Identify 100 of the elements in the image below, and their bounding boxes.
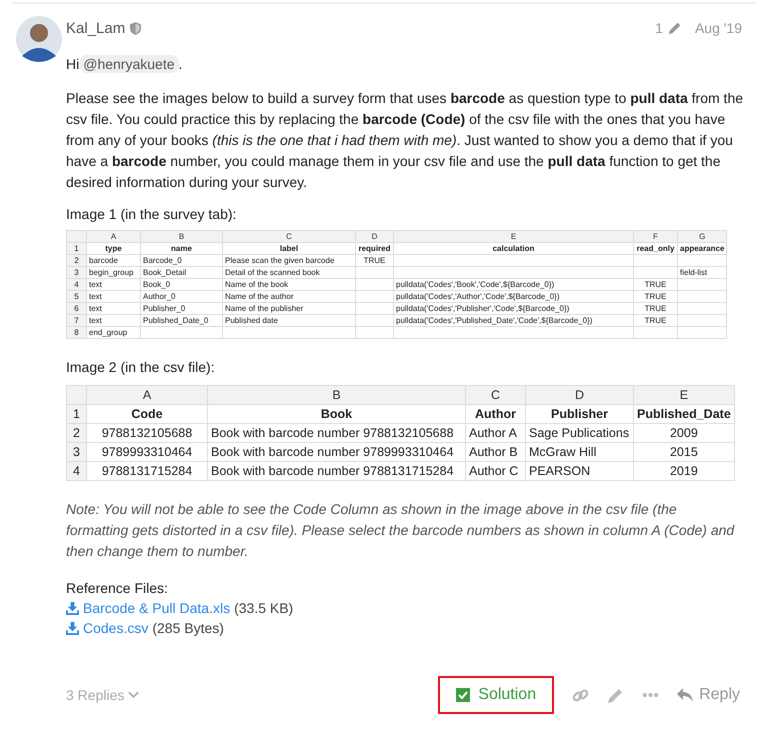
row-number: 2 bbox=[66, 424, 86, 442]
row-number: 7 bbox=[66, 314, 86, 326]
row-number: 1 bbox=[66, 242, 86, 254]
sheet-cell: read_only bbox=[636, 244, 674, 252]
note-text: Note: You will not be able to see the Code Column as shown in the image above in the csv file (the formatting gets distorted in a csv file). Please select the barcode numbers as shown in column A (Code) and then change them to number. bbox=[66, 500, 736, 561]
row-number: 8 bbox=[66, 326, 86, 338]
edit-count[interactable]: 1 bbox=[655, 20, 663, 36]
sheet-cell: McGraw Hill bbox=[529, 444, 596, 458]
sheet-cell: TRUE bbox=[644, 304, 666, 312]
sheet-cell: Sage Publications bbox=[529, 426, 630, 440]
sheet-cell: end_group bbox=[89, 328, 128, 336]
sheet-cell: Name of the book bbox=[225, 280, 288, 288]
chevron-down-icon bbox=[128, 691, 140, 699]
column-header: D bbox=[526, 386, 634, 404]
row-number: 1 bbox=[66, 404, 86, 424]
sheet-cell: Name of the author bbox=[225, 292, 294, 300]
image-caption: Image 2 (in the csv file): bbox=[66, 359, 216, 375]
column-header: C bbox=[466, 386, 526, 404]
post-paragraph: Please see the images below to build a survey form that uses barcode as question type to pull data from the csv file. You could practice this by replacing the barcode (Code) of the csv file with the ones that you have from any of your books (this is the one that i had them with me). Just wanted to show you a demo that if you have a barcode number, you could manage them in your csv file and use the pull data function to get the desired information during your survey. bbox=[66, 89, 744, 192]
sheet-cell: text bbox=[89, 280, 102, 288]
sheet-cell: Barcode_0 bbox=[143, 256, 182, 264]
reply-button[interactable]: Reply bbox=[677, 686, 740, 704]
sheet-cell: 2009 bbox=[670, 426, 698, 440]
solution-button[interactable]: Solution bbox=[438, 676, 554, 714]
link-icon[interactable] bbox=[572, 686, 590, 704]
reference-heading: Reference Files: bbox=[66, 580, 169, 596]
sheet-cell: Book_0 bbox=[143, 280, 170, 288]
sheet-cell: Published_Date bbox=[637, 406, 731, 420]
column-header: G bbox=[678, 230, 727, 242]
row-number: 2 bbox=[66, 254, 86, 266]
sheet-cell: Please scan the given barcode bbox=[225, 256, 334, 264]
author-name[interactable]: Kal_Lam bbox=[66, 20, 126, 36]
sheet-cell: Published date bbox=[225, 316, 278, 324]
sheet-cell: pulldata('Codes','Book','Code',${Barcode_0}) bbox=[396, 280, 554, 288]
download-icon[interactable] bbox=[66, 602, 79, 614]
sheet-cell: Author C bbox=[469, 464, 518, 478]
sheet-cell: name bbox=[171, 244, 192, 252]
column-header: F bbox=[634, 230, 678, 242]
row-number: 4 bbox=[66, 462, 86, 480]
column-header: B bbox=[208, 386, 466, 404]
column-header: A bbox=[86, 230, 140, 242]
sheet-cell: Author_0 bbox=[143, 292, 176, 300]
sheet-cell: TRUE bbox=[644, 280, 666, 288]
row-number: 4 bbox=[66, 278, 86, 290]
sheet-cell: pulldata('Codes','Published_Date','Code',${Barcode_0}) bbox=[396, 316, 592, 324]
file-size: (285 Bytes) bbox=[152, 620, 224, 636]
sheet-cell: Book with barcode number 9788132105688 bbox=[211, 426, 454, 440]
sheet-cell: 9788132105688 bbox=[102, 426, 192, 440]
sheet-cell: Book bbox=[320, 406, 352, 420]
sheet-cell: 2015 bbox=[670, 444, 698, 458]
greeting-text: Hi bbox=[66, 56, 80, 72]
row-number: 5 bbox=[66, 290, 86, 302]
sheet-cell: required bbox=[358, 244, 390, 252]
post-date[interactable]: Aug '19 bbox=[694, 20, 742, 36]
sheet-cell: 2019 bbox=[670, 464, 698, 478]
sheet-cell: pulldata('Codes','Author','Code',${Barcode_0}) bbox=[396, 292, 560, 300]
sheet-cell: TRUE bbox=[644, 292, 666, 300]
sheet-cell: text bbox=[89, 304, 102, 312]
download-icon[interactable] bbox=[66, 622, 79, 634]
greeting-punctuation: . bbox=[178, 56, 182, 72]
sheet-cell: calculation bbox=[492, 244, 534, 252]
pencil-icon[interactable] bbox=[668, 21, 682, 35]
file-size: (33.5 KB) bbox=[234, 600, 294, 616]
attachment-link[interactable]: Codes.csv bbox=[83, 620, 148, 636]
pencil-icon[interactable] bbox=[607, 686, 624, 704]
column-header: B bbox=[140, 230, 222, 242]
sheet-cell: Author bbox=[475, 406, 516, 420]
column-header: E bbox=[634, 386, 734, 404]
row-number: 3 bbox=[66, 266, 86, 278]
sheet-cell: Published_Date_0 bbox=[143, 316, 208, 324]
sheet-cell: type bbox=[105, 244, 122, 252]
sheet-cell: Book with barcode number 9789993310464 bbox=[211, 444, 454, 458]
sheet-cell: barcode bbox=[89, 256, 118, 264]
avatar[interactable] bbox=[16, 16, 62, 62]
column-header: C bbox=[222, 230, 356, 242]
sheet-cell: Book with barcode number 9788131715284 bbox=[211, 464, 454, 478]
sheet-cell: field-list bbox=[680, 268, 708, 276]
attachment-link[interactable]: Barcode & Pull Data.xls bbox=[83, 600, 230, 616]
sheet-cell: label bbox=[280, 244, 298, 252]
image-caption: Image 1 (in the survey tab): bbox=[66, 206, 238, 222]
sheet-cell: Author A bbox=[469, 426, 517, 440]
sheet-cell: Author B bbox=[469, 444, 518, 458]
sheet-cell: Book_Detail bbox=[143, 268, 186, 276]
sheet-cell: 9788131715284 bbox=[102, 464, 192, 478]
sheet-cell: text bbox=[89, 316, 102, 324]
sheet-cell: Name of the publisher bbox=[225, 304, 304, 312]
sheet-cell: pulldata('Codes','Publisher','Code',${Barcode_0}) bbox=[396, 304, 570, 312]
sheet-cell: TRUE bbox=[364, 256, 386, 264]
column-header: A bbox=[86, 386, 208, 404]
sheet-cell: 9789993310464 bbox=[102, 444, 192, 458]
user-mention[interactable]: @henryakuete bbox=[79, 55, 179, 73]
sheet-cell: PEARSON bbox=[529, 464, 590, 478]
column-header: D bbox=[356, 230, 394, 242]
more-icon[interactable] bbox=[642, 692, 660, 698]
replies-toggle[interactable]: 3 Replies bbox=[66, 687, 140, 703]
row-number: 6 bbox=[66, 302, 86, 314]
sheet-cell: TRUE bbox=[644, 316, 666, 324]
sheet-cell: begin_group bbox=[89, 268, 134, 276]
sheet-cell: appearance bbox=[680, 244, 724, 252]
column-header: E bbox=[394, 230, 634, 242]
